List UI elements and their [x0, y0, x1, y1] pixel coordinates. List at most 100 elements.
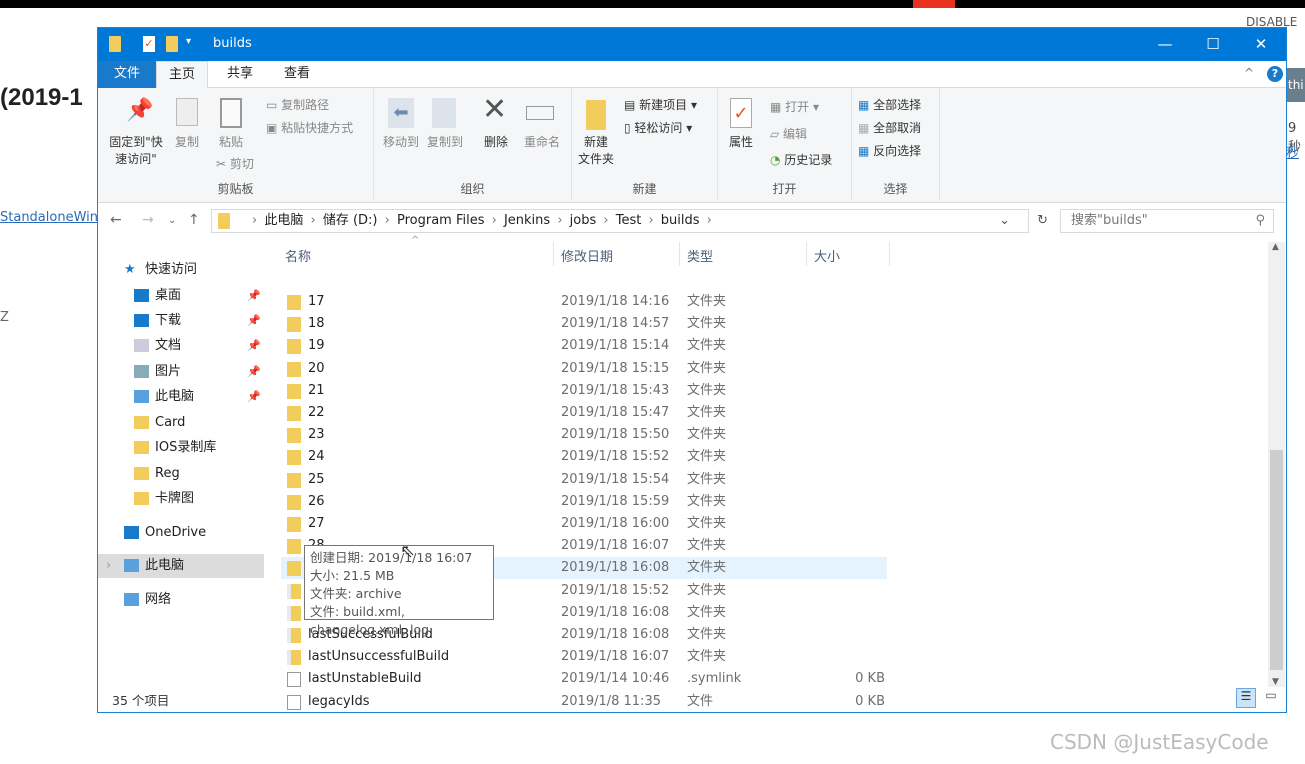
new-folder-button[interactable]: 新建 文件夹 [574, 134, 618, 168]
file-row[interactable]: 22 2019/1/18 15:47 文件夹 [281, 402, 887, 424]
sidebar-item[interactable]: 文档 📌 [98, 334, 264, 358]
file-row[interactable]: 18 2019/1/18 14:57 文件夹 [281, 313, 887, 335]
breadcrumb-item[interactable]: 此电脑 [264, 213, 303, 228]
help-icon[interactable]: ? [1267, 66, 1283, 82]
breadcrumb-separator-icon[interactable]: › [553, 213, 566, 228]
breadcrumb-separator-icon[interactable]: › [306, 213, 319, 228]
delete-button[interactable]: 删除 [476, 134, 516, 151]
search-input[interactable]: 搜索"builds" ⚲ [1060, 209, 1274, 233]
file-row[interactable]: 20 2019/1/18 15:15 文件夹 [281, 358, 887, 380]
column-divider[interactable] [553, 242, 554, 266]
move-to-button[interactable]: 移动到 [378, 134, 424, 151]
invert-selection-button[interactable]: ▦ 反向选择 [858, 142, 921, 159]
large-icons-view-button[interactable]: ▭ [1261, 688, 1281, 708]
qa-dropdown-icon[interactable]: ▾ [186, 36, 191, 47]
column-date[interactable]: 修改日期 [561, 246, 613, 265]
file-row[interactable]: 21 2019/1/18 15:43 文件夹 [281, 380, 887, 402]
file-row[interactable]: lastUnsuccessfulBuild 2019/1/18 16:07 文件夹 [281, 646, 887, 668]
sidebar-item[interactable]: Reg [98, 462, 264, 486]
back-button[interactable]: ← [110, 212, 122, 228]
column-type[interactable]: 类型 [687, 246, 713, 265]
sidebar-item[interactable]: 下载 📌 [98, 309, 264, 333]
column-divider[interactable] [889, 242, 890, 266]
select-none-button[interactable]: ▦ 全部取消 [858, 119, 921, 136]
breadcrumb-separator-icon[interactable]: › [703, 213, 712, 228]
minimize-button[interactable]: — [1141, 28, 1189, 61]
rename-button[interactable]: 重命名 [520, 134, 564, 151]
sidebar-item[interactable]: OneDrive [98, 521, 264, 545]
maximize-button[interactable]: ☐ [1189, 28, 1237, 61]
file-row[interactable]: 17 2019/1/18 14:16 文件夹 [281, 291, 887, 313]
sidebar-item[interactable]: › 此电脑 [98, 554, 264, 578]
breadcrumb-item[interactable]: 储存 (D:) [323, 213, 378, 228]
copy-button[interactable]: 复制 [170, 134, 204, 151]
file-row[interactable]: 25 2019/1/18 15:54 文件夹 [281, 469, 887, 491]
properties-qa-icon[interactable]: ✓ [143, 36, 155, 52]
sidebar-item[interactable]: Card [98, 411, 264, 435]
column-size[interactable]: 大小 [814, 246, 840, 265]
select-all-button[interactable]: ▦ 全部选择 [858, 96, 921, 113]
sidebar-item[interactable]: 卡牌图 [98, 487, 264, 511]
pin-icon[interactable]: 📌 [247, 360, 261, 384]
easy-access-button[interactable]: ▯ 轻松访问 ▾ [624, 119, 692, 136]
breadcrumb-separator-icon[interactable]: › [487, 213, 500, 228]
breadcrumb-separator-icon[interactable]: › [381, 213, 394, 228]
file-row[interactable]: 23 2019/1/18 15:50 文件夹 [281, 424, 887, 446]
tab-file[interactable]: 文件 [98, 61, 156, 88]
breadcrumb-item[interactable]: Test [616, 213, 642, 228]
details-view-button[interactable]: ☰ [1236, 688, 1256, 708]
new-folder-qa-icon[interactable] [166, 36, 178, 52]
tab-home[interactable]: 主页 [156, 61, 208, 89]
column-name[interactable]: 名称 [285, 246, 311, 265]
file-row[interactable]: lastUnstableBuild 2019/1/14 10:46 .symlink… [281, 668, 887, 690]
bg-side-button[interactable]: thi [1287, 68, 1305, 102]
file-row[interactable]: 19 2019/1/18 15:14 文件夹 [281, 335, 887, 357]
address-bar[interactable]: › 此电脑 › 储存 (D:) › Program Files › Jenkin… [211, 209, 1048, 233]
edit-button[interactable]: ▱ 编辑 [770, 125, 807, 142]
breadcrumb-separator-icon[interactable]: › [644, 213, 657, 228]
bg-side-link[interactable]: 秒 [1286, 142, 1299, 161]
recent-dropdown-icon[interactable]: ⌄ [168, 215, 176, 226]
breadcrumb-item[interactable]: builds [661, 213, 700, 228]
breadcrumb-item[interactable]: jobs [570, 213, 597, 228]
pin-icon[interactable]: 📌 [247, 334, 261, 358]
pin-icon[interactable]: 📌 [247, 385, 261, 409]
open-button[interactable]: ▦ 打开 ▾ [770, 98, 819, 115]
column-divider[interactable] [806, 242, 807, 266]
pin-icon[interactable]: 📌 [247, 309, 261, 333]
refresh-button[interactable]: ↻ [1037, 210, 1048, 232]
pin-quick-access-button[interactable]: 固定到"快速访问" [104, 134, 168, 168]
expand-icon[interactable]: › [106, 554, 111, 578]
sidebar-item[interactable]: 网络 [98, 588, 264, 612]
address-dropdown-icon[interactable]: ⌄ [999, 210, 1010, 232]
paste-shortcut-button[interactable]: ▣ 粘贴快捷方式 [266, 119, 353, 136]
forward-button[interactable]: → [142, 212, 154, 228]
file-row[interactable]: 24 2019/1/18 15:52 文件夹 [281, 446, 887, 468]
file-row[interactable]: legacyIds 2019/1/8 11:35 文件 0 KB [281, 691, 887, 713]
history-button[interactable]: ◔ 历史记录 [770, 151, 832, 168]
breadcrumb-separator-icon[interactable]: › [252, 213, 261, 228]
column-divider[interactable] [679, 242, 680, 266]
copy-to-button[interactable]: 复制到 [422, 134, 468, 151]
copy-path-button[interactable]: ▭ 复制路径 [266, 96, 329, 113]
scroll-thumb[interactable] [1270, 450, 1283, 670]
bg-link[interactable]: StandaloneWin [0, 210, 98, 225]
new-item-button[interactable]: ▤ 新建项目 ▾ [624, 96, 697, 113]
breadcrumb-item[interactable]: Jenkins [504, 213, 550, 228]
breadcrumb-separator-icon[interactable]: › [599, 213, 612, 228]
close-button[interactable]: ✕ [1237, 28, 1285, 61]
sidebar-item[interactable]: IOS录制库 [98, 436, 264, 460]
cut-button[interactable]: ✂ 剪切 [216, 155, 254, 172]
scroll-down-icon[interactable]: ▼ [1272, 677, 1279, 687]
tab-share[interactable]: 共享 [212, 61, 268, 88]
file-row[interactable]: 26 2019/1/18 15:59 文件夹 [281, 491, 887, 513]
properties-button[interactable]: 属性 [724, 134, 758, 151]
sidebar-item[interactable]: ★ 快速访问 [98, 258, 264, 282]
breadcrumb-item[interactable]: Program Files [397, 213, 485, 228]
up-button[interactable]: ↑ [188, 212, 200, 228]
sidebar-item[interactable]: 桌面 📌 [98, 284, 264, 308]
tab-view[interactable]: 查看 [268, 61, 326, 88]
vertical-scrollbar[interactable]: ▲ ▼ [1268, 242, 1285, 687]
paste-button[interactable]: 粘贴 [214, 134, 248, 151]
scroll-up-icon[interactable]: ▲ [1272, 242, 1279, 252]
